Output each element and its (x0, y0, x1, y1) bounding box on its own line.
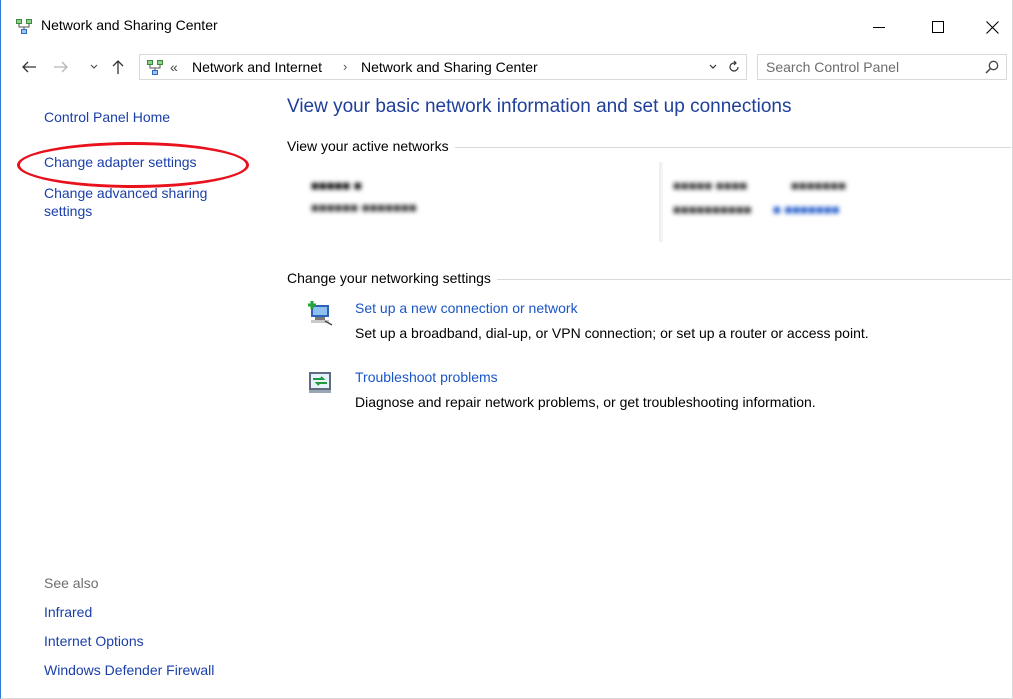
arrow-up-icon (112, 60, 124, 74)
window-title: Network and Sharing Center (41, 17, 218, 33)
refresh-button[interactable] (726, 59, 742, 75)
change-settings-header: Change your networking settings (287, 270, 497, 286)
breadcrumb-separator[interactable]: › (343, 59, 347, 74)
chevron-down-icon (709, 64, 717, 69)
task-troubleshoot: Troubleshoot problems Diagnose and repai… (287, 366, 1011, 422)
control-panel-home-link[interactable]: Control Panel Home (44, 109, 170, 125)
arrow-right-icon (54, 61, 68, 73)
setup-connection-description: Set up a broadband, dial-up, or VPN conn… (355, 325, 869, 341)
forward-button[interactable] (52, 58, 70, 76)
breadcrumb-overflow[interactable]: « (170, 59, 178, 75)
search-input[interactable] (766, 58, 966, 76)
task-setup-connection: Set up a new connection or network Set u… (287, 297, 1011, 353)
close-icon (985, 20, 999, 34)
infrared-link[interactable]: Infrared (44, 604, 92, 620)
up-button[interactable] (109, 58, 127, 76)
see-also-heading: See also (44, 575, 99, 591)
page-title: View your basic network information and … (287, 96, 792, 117)
access-type-label-blurred: ■■■■■ ■■■■ (673, 178, 748, 193)
maximize-button[interactable] (915, 10, 961, 44)
minimize-icon (873, 27, 885, 28)
maximize-icon (932, 21, 944, 33)
network-category-blurred: ■■■■■■ ■■■■■■■ (311, 200, 417, 215)
setup-connection-link[interactable]: Set up a new connection or network (355, 300, 578, 316)
change-advanced-sharing-settings-link[interactable]: Change advanced sharing settings (44, 184, 244, 220)
search-box[interactable] (757, 54, 1007, 80)
access-type-value-blurred: ■■■■■■■ (791, 178, 846, 193)
network-panel-divider (659, 162, 663, 242)
arrow-left-icon (22, 61, 36, 73)
network-sharing-center-window: Network and Sharing Center « Network and… (0, 0, 1013, 699)
recent-locations-button[interactable] (85, 58, 103, 76)
search-icon[interactable] (984, 59, 1000, 75)
close-button[interactable] (969, 10, 1013, 44)
network-icon (16, 19, 32, 34)
navigation-bar: « Network and Internet › Network and Sha… (1, 50, 1012, 84)
network-icon (147, 60, 163, 75)
address-bar[interactable]: « Network and Internet › Network and Sha… (139, 54, 747, 80)
connections-label-blurred: ■■■■■■■■■■ (673, 202, 752, 217)
title-bar: Network and Sharing Center (1, 0, 1012, 50)
change-adapter-settings-link[interactable]: Change adapter settings (44, 154, 197, 170)
troubleshoot-description: Diagnose and repair network problems, or… (355, 394, 816, 410)
network-name-blurred: ■■■■■ ■ (311, 178, 362, 193)
refresh-icon (729, 60, 739, 72)
troubleshoot-link[interactable]: Troubleshoot problems (355, 369, 498, 385)
active-networks-header: View your active networks (287, 138, 455, 154)
connection-link-blurred[interactable]: ■ ■■■■■■■ (773, 202, 839, 217)
troubleshoot-icon (309, 372, 331, 393)
breadcrumb-network-and-sharing-center[interactable]: Network and Sharing Center (361, 59, 538, 75)
active-network-panel: ■■■■■ ■ ■■■■■■ ■■■■■■■ ■■■■■ ■■■■ ■■■■■■… (287, 162, 1011, 252)
main-content: View your basic network information and … (287, 84, 1011, 699)
breadcrumb-network-and-internet[interactable]: Network and Internet (192, 59, 322, 75)
back-button[interactable] (20, 58, 38, 76)
windows-defender-firewall-link[interactable]: Windows Defender Firewall (44, 662, 214, 678)
chevron-down-icon (90, 64, 98, 69)
internet-options-link[interactable]: Internet Options (44, 633, 144, 649)
address-dropdown-button[interactable] (706, 59, 720, 75)
left-navigation-pane: Control Panel Home Change adapter settin… (1, 84, 263, 699)
new-connection-icon (308, 301, 333, 326)
minimize-button[interactable] (856, 10, 902, 44)
